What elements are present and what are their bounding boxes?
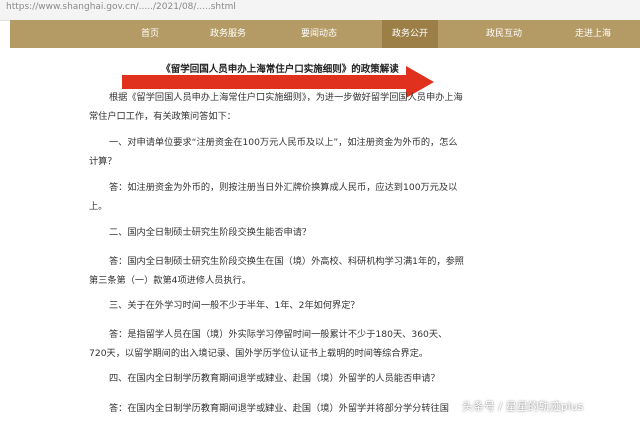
- top-navigation-bar: 首页 政务服务 要闻动态 政务公开 政民互动 走进上海: [10, 20, 640, 48]
- paragraph-q2: 二、国内全日制硕士研究生阶段交换生能否申请？: [89, 223, 464, 242]
- paragraph-intro: 根据《留学回国人员申办上海常住户口实施细则》，为进一步做好留学回国人员申办上海常…: [89, 88, 464, 126]
- browser-address-bar[interactable]: https://www.shanghai.gov.cn/...../2021/0…: [0, 0, 640, 21]
- watermark: 头条号 / 星星的轨迹plus: [462, 400, 584, 413]
- paragraph-a3: 答：是指留学人员在国（境）外实际学习停留时间一般累计不少于180天、360天、7…: [89, 325, 464, 363]
- nav-item-open-government[interactable]: 政务公开: [381, 20, 439, 48]
- paragraph-text: 四、在国内全日制学历教育期间退学或肄业、赴国（境）外留学的人员能否申请？: [109, 373, 440, 384]
- paragraph-text: 二、国内全日制硕士研究生阶段交换生能否申请？: [109, 227, 312, 238]
- nav-item-news[interactable]: 要闻动态: [291, 20, 347, 48]
- paragraph-text: 答：如注册资金为外币的，则按注册当日外汇牌价换算成人民币，应达到100万元及以上…: [89, 182, 458, 212]
- nav-item-home[interactable]: 首页: [131, 20, 169, 48]
- paragraph-a1: 答：如注册资金为外币的，则按注册当日外汇牌价换算成人民币，应达到100万元及以上…: [89, 178, 464, 216]
- nav-item-interaction[interactable]: 政民互动: [476, 20, 532, 48]
- paragraph-a4: 答：在国内全日制学历教育期间退学或肄业、赴国（境）外留学并将部分学分转往国: [89, 399, 464, 418]
- paragraph-text: 答：是指留学人员在国（境）外实际学习停留时间一般累计不少于180天、360天、7…: [89, 329, 448, 359]
- paragraph-q3: 三、关于在外学习时间一般不少于半年、1年、2年如何界定？: [89, 296, 464, 315]
- nav-item-services[interactable]: 政务服务: [200, 20, 256, 48]
- paragraph-text: 答：在国内全日制学历教育期间退学或肄业、赴国（境）外留学并将部分学分转往国: [109, 403, 449, 414]
- paragraph-a2: 答：国内全日制硕士研究生阶段交换生在国（境）外高校、科研机构学习满1年的，参照第…: [89, 252, 464, 290]
- paragraph-q4: 四、在国内全日制学历教育期间退学或肄业、赴国（境）外留学的人员能否申请？: [89, 369, 464, 388]
- url-text: https://www.shanghai.gov.cn/...../2021/0…: [6, 2, 236, 12]
- paragraph-text: 答：国内全日制硕士研究生阶段交换生在国（境）外高校、科研机构学习满1年的，参照第…: [89, 256, 464, 286]
- paragraph-q1: 一、对申请单位要求“注册资金在100万元人民币及以上”，如注册资金为外币的，怎么…: [89, 133, 464, 171]
- paragraph-text: 一、对申请单位要求“注册资金在100万元人民币及以上”，如注册资金为外币的，怎么…: [89, 137, 458, 167]
- nav-item-about-shanghai[interactable]: 走进上海: [565, 20, 621, 48]
- paragraph-text: 三、关于在外学习时间一般不少于半年、1年、2年如何界定？: [109, 300, 360, 311]
- paragraph-text: 根据《留学回国人员申办上海常住户口实施细则》，为进一步做好留学回国人员申办上海常…: [89, 92, 463, 122]
